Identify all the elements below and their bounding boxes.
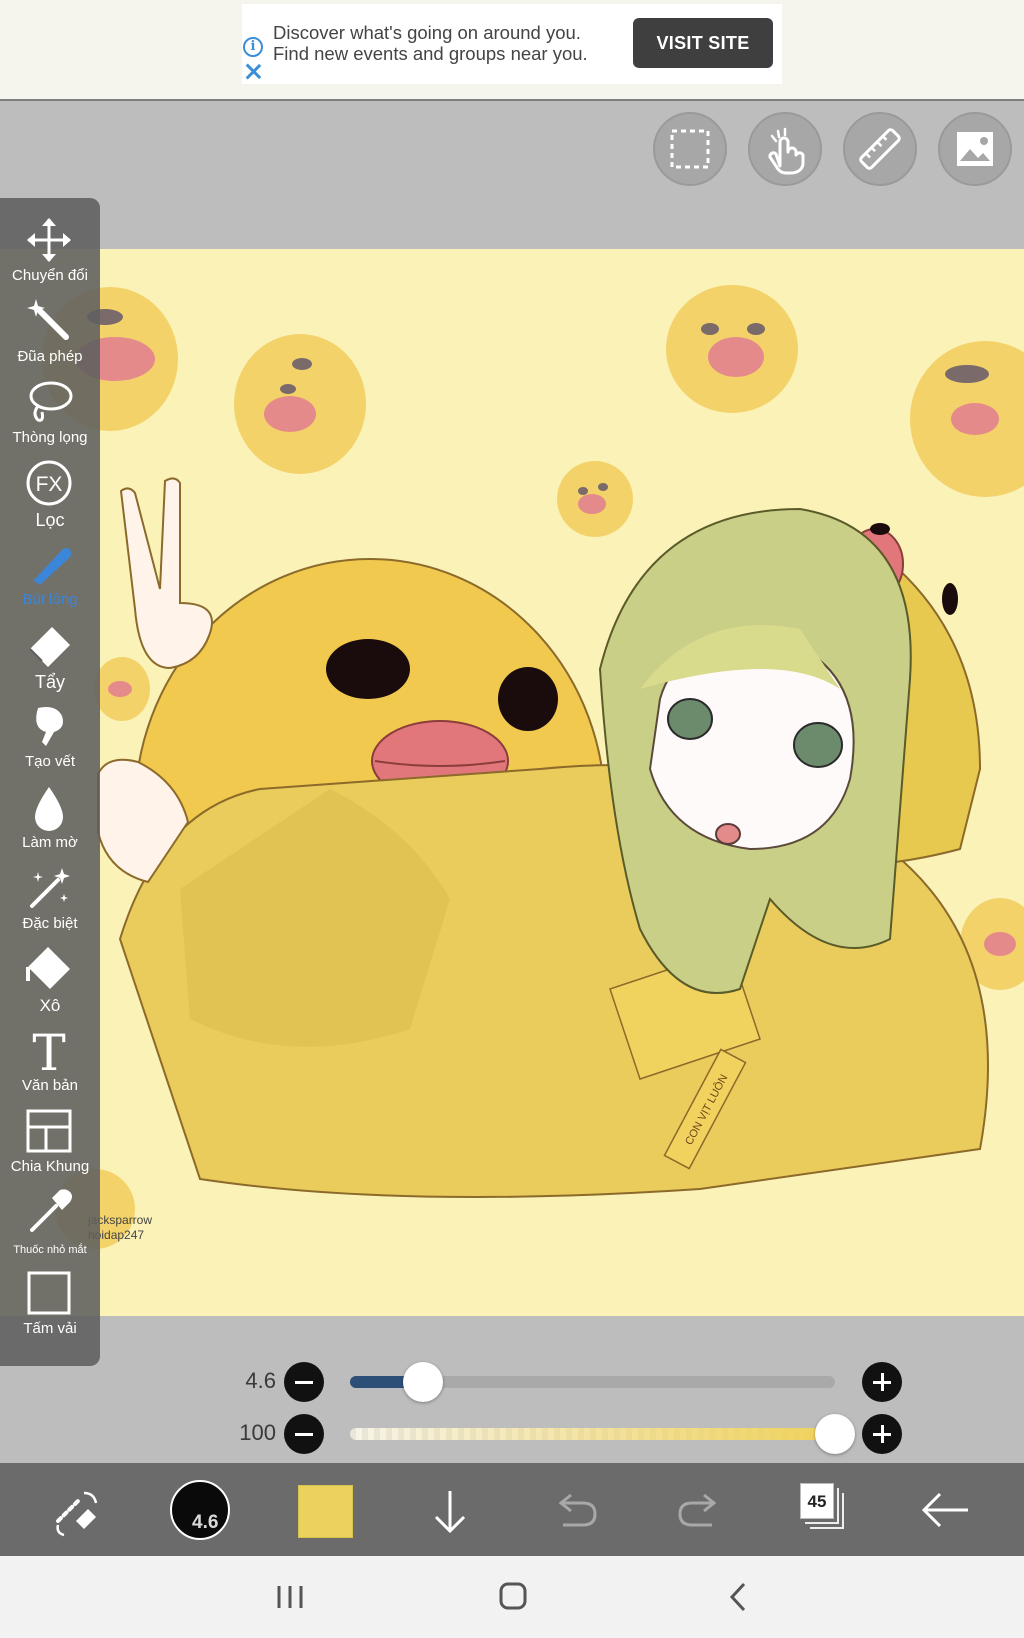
hand-gesture-icon xyxy=(768,127,805,175)
brush-size-indicator[interactable]: 4.6 xyxy=(170,1480,230,1540)
tool-canvas-label: Tấm vải xyxy=(23,1320,77,1337)
tool-eyedropper[interactable]: Thuốc nhỏ mắt xyxy=(0,1186,100,1266)
tool-move-label: Chuyển đổi xyxy=(12,267,88,284)
tool-blur-label: Làm mờ xyxy=(22,834,78,851)
visit-site-button[interactable]: VISIT SITE xyxy=(633,18,773,68)
opacity-knob[interactable] xyxy=(815,1414,855,1454)
tool-text[interactable]: T Văn bản xyxy=(0,1024,100,1104)
swap-tool-icon xyxy=(56,1491,98,1537)
recent-apps-icon xyxy=(277,1586,303,1608)
download-icon xyxy=(434,1491,466,1534)
tool-filter-label: Lọc xyxy=(35,510,65,530)
home-button[interactable] xyxy=(473,1556,553,1638)
back-button[interactable] xyxy=(698,1556,778,1638)
size-increase-button[interactable] xyxy=(862,1362,902,1402)
redo-icon xyxy=(678,1493,717,1527)
opacity-value: 100 xyxy=(239,1420,276,1445)
svg-text:FX: FX xyxy=(36,473,63,496)
tool-brush[interactable]: Bút lông xyxy=(0,538,100,618)
canvas-icon xyxy=(24,1269,74,1317)
bottom-toolbar: 4.6 45 xyxy=(0,1463,1024,1556)
back-arrow-icon xyxy=(921,1492,968,1528)
lasso-icon xyxy=(24,378,74,426)
tool-canvas[interactable]: Tấm vải xyxy=(0,1267,100,1347)
bucket-icon xyxy=(24,945,74,993)
drawing-canvas[interactable]: CON VỊT LUÔN jacksparrow hoidap247 xyxy=(0,249,1024,1316)
tool-bucket[interactable]: Xô xyxy=(0,943,100,1023)
brush-size-text: 4.6 xyxy=(192,1512,219,1533)
ad-banner: i Discover what's going on around you. F… xyxy=(0,0,1024,101)
blur-drop-icon xyxy=(24,783,74,831)
ad-line-1: Discover what's going on around you. xyxy=(273,22,581,43)
tool-move[interactable]: Chuyển đổi xyxy=(0,214,100,294)
text-icon: T xyxy=(24,1024,74,1082)
swap-tool-button[interactable] xyxy=(36,1463,116,1556)
opacity-slider-row: 100 xyxy=(0,1410,1024,1458)
tool-special[interactable]: Đặc biệt xyxy=(0,862,100,942)
back-icon xyxy=(729,1582,746,1612)
layers-button[interactable]: 45 xyxy=(800,1483,846,1531)
opacity-track[interactable] xyxy=(350,1414,855,1454)
opacity-decrease-button[interactable] xyxy=(284,1414,324,1454)
smudge-icon xyxy=(24,702,74,750)
eyedropper-icon xyxy=(24,1188,74,1236)
info-icon[interactable]: i xyxy=(243,37,263,57)
layer-count-text: 45 xyxy=(800,1483,834,1519)
brush-size-track[interactable] xyxy=(350,1362,835,1402)
tool-brush-label: Bút lông xyxy=(22,591,78,608)
opacity-fill xyxy=(350,1428,835,1440)
undo-icon xyxy=(558,1493,597,1527)
ad-text: Discover what's going on around you. Fin… xyxy=(273,22,613,64)
tool-smudge[interactable]: Tạo vết xyxy=(0,700,100,780)
tool-magic-wand-label: Đũa phép xyxy=(17,348,83,365)
system-nav-bar xyxy=(0,1556,1024,1638)
redo-button[interactable] xyxy=(660,1463,740,1556)
brush-size-value: 4.6 xyxy=(245,1368,276,1393)
svg-text:T: T xyxy=(32,1026,65,1074)
hand-gesture-button[interactable] xyxy=(748,112,822,186)
tool-lasso-label: Thòng lọng xyxy=(12,429,88,446)
download-button[interactable] xyxy=(410,1463,490,1556)
frame-divider-icon xyxy=(24,1107,74,1155)
tool-blur[interactable]: Làm mờ xyxy=(0,781,100,861)
move-icon xyxy=(24,216,74,264)
image-icon xyxy=(957,132,993,166)
tool-eraser[interactable]: Tẩy xyxy=(0,619,100,699)
ruler-button[interactable] xyxy=(843,112,917,186)
tool-special-label: Đặc biệt xyxy=(22,915,78,932)
ad-line-2: Find new events and groups near you. xyxy=(273,43,588,64)
artwork: CON VỊT LUÔN jacksparrow hoidap247 xyxy=(0,249,1024,1316)
brush-size-knob[interactable] xyxy=(402,1362,443,1402)
tool-magic-wand[interactable]: Đũa phép xyxy=(0,295,100,375)
selection-icon xyxy=(670,129,710,169)
color-swatch[interactable] xyxy=(298,1485,353,1538)
tool-eraser-label: Tẩy xyxy=(34,672,65,692)
brush-size-slider-row: 4.6 xyxy=(0,1358,1024,1406)
recent-apps-button[interactable] xyxy=(250,1556,330,1638)
magic-wand-icon xyxy=(24,297,74,345)
tool-frame-divider[interactable]: Chia Khung xyxy=(0,1105,100,1185)
opacity-increase-button[interactable] xyxy=(862,1414,902,1454)
undo-button[interactable] xyxy=(535,1463,615,1556)
eraser-icon xyxy=(24,621,74,669)
image-button[interactable] xyxy=(938,112,1012,186)
ruler-icon xyxy=(859,128,901,170)
tool-bucket-label: Xô xyxy=(39,996,61,1015)
special-pen-icon xyxy=(24,864,74,912)
tool-frame-divider-label: Chia Khung xyxy=(10,1158,90,1175)
selection-button[interactable] xyxy=(653,112,727,186)
brush-icon xyxy=(24,540,74,588)
home-icon xyxy=(499,1582,527,1610)
size-decrease-button[interactable] xyxy=(284,1362,324,1402)
back-arrow-button[interactable] xyxy=(906,1463,986,1556)
close-icon[interactable] xyxy=(244,62,262,80)
tool-filter[interactable]: FX Lọc xyxy=(0,457,100,537)
tool-palette: Chuyển đổi Đũa phép Thòng lọng FX Lọc Bú… xyxy=(0,198,100,1366)
tool-eyedropper-label: Thuốc nhỏ mắt xyxy=(13,1244,87,1256)
tool-text-label: Văn bản xyxy=(22,1077,78,1094)
fx-filter-icon: FX xyxy=(24,459,74,507)
tool-smudge-label: Tạo vết xyxy=(24,753,76,770)
tool-lasso[interactable]: Thòng lọng xyxy=(0,376,100,456)
app-root: i Discover what's going on around you. F… xyxy=(0,0,1024,1638)
